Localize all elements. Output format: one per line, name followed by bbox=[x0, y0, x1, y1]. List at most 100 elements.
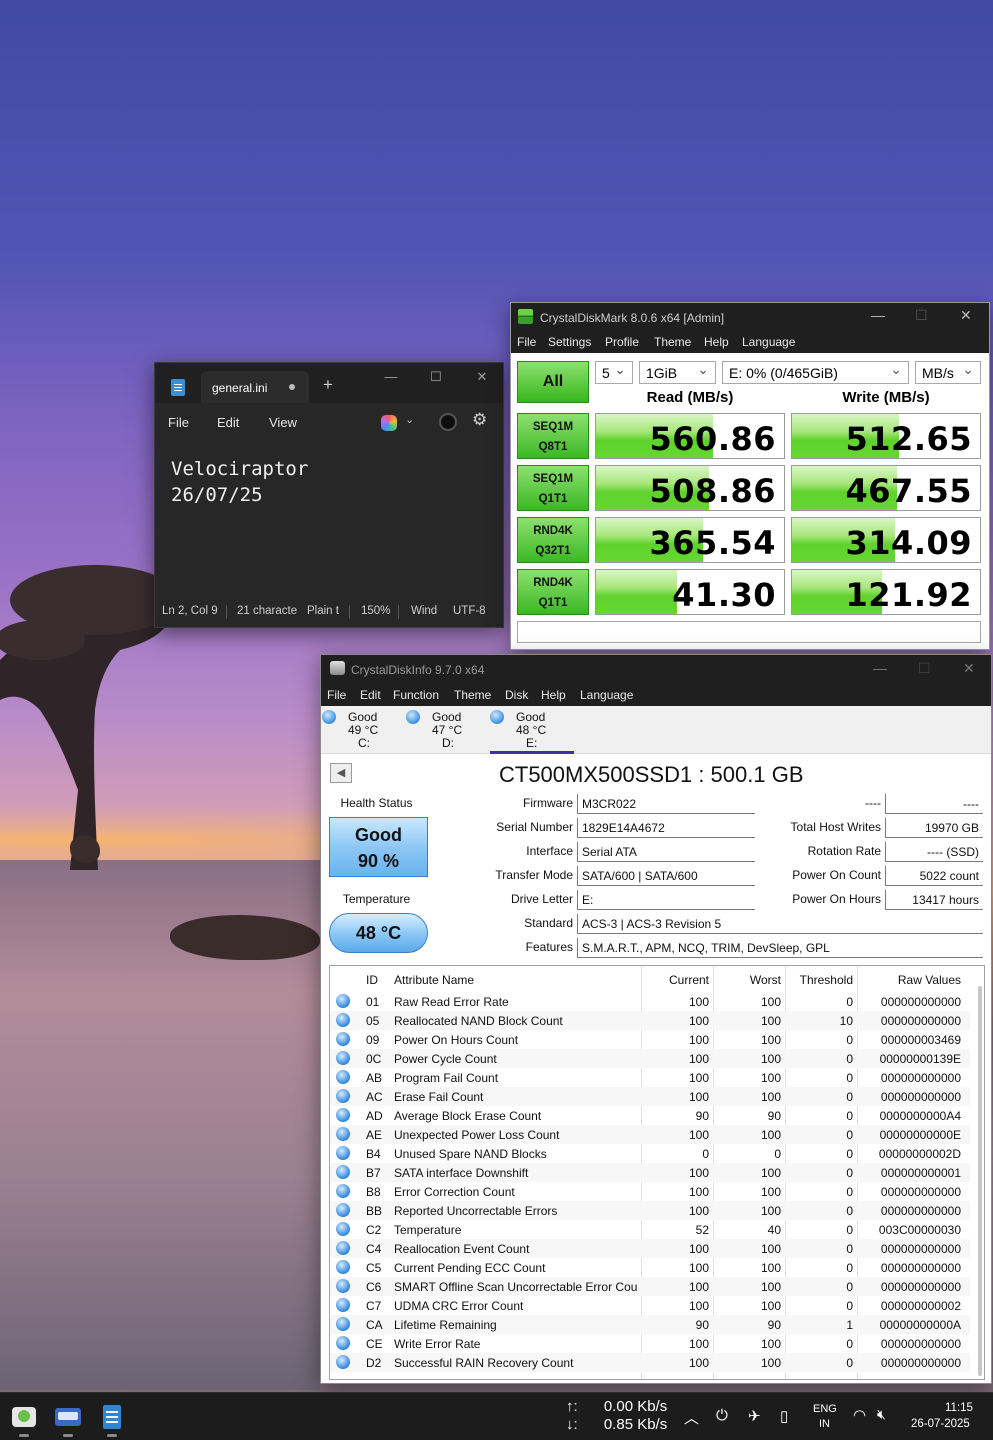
table-row[interactable]: CE Write Error Rate 100 100 0 000000000000 bbox=[330, 1334, 970, 1353]
close-button[interactable]: ✕ bbox=[963, 660, 975, 677]
table-row[interactable]: D2 Successful RAIN Recovery Count 100 100 0 0… bbox=[330, 1353, 970, 1372]
test-rnd4k-q32t1-button[interactable]: RND4K Q32T1 bbox=[517, 517, 589, 563]
menu-file[interactable]: File bbox=[327, 688, 346, 702]
clock-date[interactable]: 26-07-2025 bbox=[911, 1418, 970, 1430]
column-header-threshold[interactable]: Threshold bbox=[785, 973, 853, 987]
table-row[interactable]: C7 UDMA CRC Error Count 100 100 0 00000000000… bbox=[330, 1296, 970, 1315]
table-row[interactable]: C2 Temperature 52 40 0 003C00000030 bbox=[330, 1220, 970, 1239]
menu-theme[interactable]: Theme bbox=[654, 335, 691, 349]
disk-d-button[interactable]: Good 47 °C D: bbox=[406, 708, 486, 752]
table-row[interactable]: B8 Error Correction Count 100 100 0 000000000… bbox=[330, 1182, 970, 1201]
menu-edit[interactable]: Edit bbox=[217, 415, 239, 430]
clock-time[interactable]: 11:15 bbox=[945, 1402, 973, 1414]
table-row[interactable]: BB Reported Uncorrectable Errors 100 100 0 00… bbox=[330, 1201, 970, 1220]
cdi-titlebar[interactable]: CrystalDiskInfo 9.7.0 x64 — ☐ ✕ bbox=[321, 655, 991, 683]
menu-disk[interactable]: Disk bbox=[505, 688, 528, 702]
menu-file[interactable]: File bbox=[517, 335, 536, 349]
table-row[interactable]: B7 SATA interface Downshift 100 100 0 0000000… bbox=[330, 1163, 970, 1182]
menu-settings[interactable]: Settings bbox=[548, 335, 591, 349]
column-header-raw[interactable]: Raw Values bbox=[857, 973, 961, 987]
line-ending[interactable]: Wind bbox=[411, 605, 441, 617]
test-rnd4k-q1t1-button[interactable]: RND4K Q1T1 bbox=[517, 569, 589, 615]
chevron-down-icon[interactable]: ⌄ bbox=[405, 413, 414, 426]
column-header-current[interactable]: Current bbox=[641, 973, 709, 987]
notepad-titlebar[interactable]: general.ini + — ☐ ✕ bbox=[155, 363, 503, 403]
menu-theme[interactable]: Theme bbox=[454, 688, 491, 702]
disk-e-button[interactable]: Good 48 °C E: bbox=[490, 708, 574, 754]
table-row[interactable]: AD Average Block Erase Count 90 90 0 00000000… bbox=[330, 1106, 970, 1125]
test-seq1m-q1t1-button[interactable]: SEQ1M Q1T1 bbox=[517, 465, 589, 511]
crystaldiskinfo-window[interactable]: CrystalDiskInfo 9.7.0 x64 — ☐ ✕ File Edi… bbox=[320, 654, 992, 1384]
previous-disk-button[interactable]: ◀ bbox=[330, 763, 352, 783]
menu-edit[interactable]: Edit bbox=[360, 688, 381, 702]
notepad-tab[interactable]: general.ini bbox=[201, 371, 309, 403]
speaker-muted-icon[interactable]: 🔇︎ bbox=[877, 1406, 886, 1423]
table-row[interactable]: 01 Raw Read Error Rate 100 100 0 000000000000 bbox=[330, 992, 970, 1011]
size-select[interactable]: 1GiB bbox=[639, 361, 716, 384]
menu-view[interactable]: View bbox=[269, 415, 297, 430]
zoom-level[interactable]: 150% bbox=[361, 605, 390, 617]
crystaldiskmark-window[interactable]: CrystalDiskMark 8.0.6 x64 [Admin] — ☐ ✕ … bbox=[510, 302, 990, 650]
column-header-id[interactable]: ID bbox=[366, 973, 378, 987]
chevron-up-icon[interactable]: ︿ bbox=[684, 1407, 699, 1428]
disk-c-button[interactable]: Good 49 °C C: bbox=[322, 708, 402, 752]
unsaved-dot-icon[interactable] bbox=[289, 384, 295, 390]
column-header-worst[interactable]: Worst bbox=[713, 973, 781, 987]
maximize-button[interactable]: ☐ bbox=[915, 307, 928, 324]
table-row[interactable]: 05 Reallocated NAND Block Count 100 100 10 00… bbox=[330, 1011, 970, 1030]
comment-input[interactable] bbox=[517, 621, 981, 643]
encoding[interactable]: UTF-8 bbox=[453, 605, 486, 617]
copilot-icon[interactable] bbox=[381, 415, 397, 431]
table-row[interactable]: C5 Current Pending ECC Count 100 100 0 000000… bbox=[330, 1258, 970, 1277]
taskbar: ↑: 0.00 Kb/s ↓: 0.85 Kb/s ︿ ⏻ ✈ ▯ ENG IN… bbox=[0, 1392, 993, 1440]
cdm-titlebar[interactable]: CrystalDiskMark 8.0.6 x64 [Admin] — ☐ ✕ bbox=[511, 303, 989, 331]
notepad-window[interactable]: general.ini + — ☐ ✕ File Edit View ⌄ ⚙ V… bbox=[154, 362, 504, 628]
usb-icon[interactable]: ▯ bbox=[780, 1407, 788, 1425]
pin-icon[interactable]: ✈ bbox=[748, 1407, 761, 1425]
region-code[interactable]: IN bbox=[819, 1418, 830, 1430]
minimize-button[interactable]: — bbox=[380, 369, 402, 391]
test-seq1m-q8t1-button[interactable]: SEQ1M Q8T1 bbox=[517, 413, 589, 459]
menu-language[interactable]: Language bbox=[742, 335, 795, 349]
minimize-button[interactable]: — bbox=[873, 660, 887, 676]
menu-profile[interactable]: Profile bbox=[605, 335, 639, 349]
notepad-editor[interactable]: Velociraptor 26/07/25 bbox=[155, 439, 503, 587]
minimize-button[interactable]: — bbox=[871, 307, 885, 323]
close-button[interactable]: ✕ bbox=[960, 307, 972, 324]
table-row[interactable]: C6 SMART Offline Scan Uncorrectable Error… bbox=[330, 1277, 970, 1296]
new-tab-button[interactable]: + bbox=[323, 375, 333, 395]
unit-select[interactable]: MB/s bbox=[915, 361, 981, 384]
taskbar-crystaldiskmark[interactable] bbox=[52, 1401, 84, 1437]
gear-icon[interactable]: ⚙ bbox=[472, 410, 487, 430]
taskbar-crystaldiskinfo[interactable] bbox=[8, 1401, 40, 1437]
table-row[interactable]: AE Unexpected Power Loss Count 100 100 0 0000… bbox=[330, 1125, 970, 1144]
table-row[interactable]: AC Erase Fail Count 100 100 0 000000000000 bbox=[330, 1087, 970, 1106]
temperature-badge[interactable]: 48 °C bbox=[329, 913, 428, 953]
wifi-icon[interactable]: ◠ bbox=[853, 1406, 866, 1424]
table-row[interactable]: 0C Power Cycle Count 100 100 0 00000000139E bbox=[330, 1049, 970, 1068]
scrollbar[interactable] bbox=[978, 986, 982, 1376]
health-status-badge[interactable]: Good 90 % bbox=[329, 817, 428, 877]
smart-table[interactable]: ID Attribute Name Current Worst Threshol… bbox=[329, 965, 985, 1380]
account-icon[interactable] bbox=[439, 413, 457, 431]
plug-icon[interactable]: ⏻ bbox=[716, 1407, 728, 1424]
table-row[interactable]: CA Lifetime Remaining 90 90 1 00000000000A bbox=[330, 1315, 970, 1334]
count-select[interactable]: 5 bbox=[595, 361, 633, 384]
menu-help[interactable]: Help bbox=[704, 335, 729, 349]
table-row[interactable]: C4 Reallocation Event Count 100 100 0 0000000… bbox=[330, 1239, 970, 1258]
maximize-button[interactable]: ☐ bbox=[425, 369, 447, 391]
maximize-button[interactable]: ☐ bbox=[918, 660, 931, 677]
drive-select[interactable]: E: 0% (0/465GiB) bbox=[722, 361, 909, 384]
language-code[interactable]: ENG bbox=[813, 1403, 837, 1415]
table-row[interactable]: 09 Power On Hours Count 100 100 0 00000000346… bbox=[330, 1030, 970, 1049]
run-all-button[interactable]: All bbox=[517, 361, 589, 403]
menu-function[interactable]: Function bbox=[393, 688, 439, 702]
table-row[interactable]: AB Program Fail Count 100 100 0 000000000000 bbox=[330, 1068, 970, 1087]
close-button[interactable]: ✕ bbox=[471, 369, 493, 391]
table-row[interactable]: B4 Unused Spare NAND Blocks 0 0 0 00000000002… bbox=[330, 1144, 970, 1163]
menu-help[interactable]: Help bbox=[541, 688, 566, 702]
taskbar-notepad[interactable] bbox=[96, 1401, 128, 1437]
menu-file[interactable]: File bbox=[168, 415, 189, 430]
column-header-attribute[interactable]: Attribute Name bbox=[394, 973, 474, 987]
menu-language[interactable]: Language bbox=[580, 688, 633, 702]
